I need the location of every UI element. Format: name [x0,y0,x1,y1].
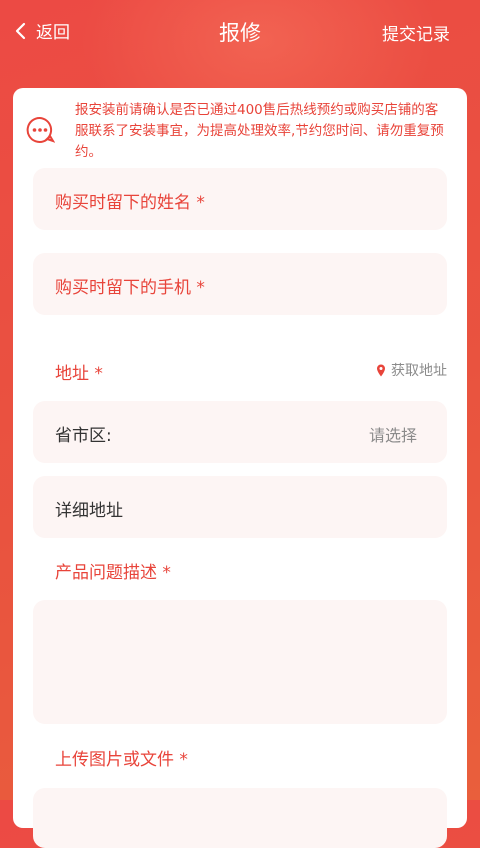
get-address-button[interactable]: 获取地址 [376,360,447,380]
detail-address-field[interactable]: 详细地址 [33,476,447,538]
region-select[interactable]: 省市区: 请选择 [33,401,447,463]
detail-address-label: 详细地址 [55,501,123,521]
name-field-label: 购买时留下的姓名 * [55,193,205,213]
address-section-label: 地址 * [55,364,103,384]
upload-label: 上传图片或文件 * [55,750,188,770]
submission-records-link[interactable]: 提交记录 [382,20,450,45]
location-pin-icon [377,364,385,376]
phone-field[interactable]: 购买时留下的手机 * [33,253,447,315]
name-field[interactable]: 购买时留下的姓名 * [33,168,447,230]
chat-bubble-icon [26,116,55,143]
problem-description-textarea[interactable] [33,600,447,724]
get-address-label: 获取地址 [391,363,447,379]
region-label: 省市区: [55,426,112,446]
notice-text: 报安装前请确认是否已通过400售后热线预约或购买店铺的客服联系了安装事宜，为提高… [75,102,444,160]
form-card: 报安装前请确认是否已通过400售后热线预约或购买店铺的客服联系了安装事宜，为提高… [13,88,467,848]
region-placeholder: 请选择 [368,426,417,445]
top-bar: 返回 报修 提交记录 [0,0,480,64]
problem-description-label: 产品问题描述 * [55,563,171,583]
phone-field-label: 购买时留下的手机 * [55,278,205,298]
upload-area[interactable] [33,788,447,848]
